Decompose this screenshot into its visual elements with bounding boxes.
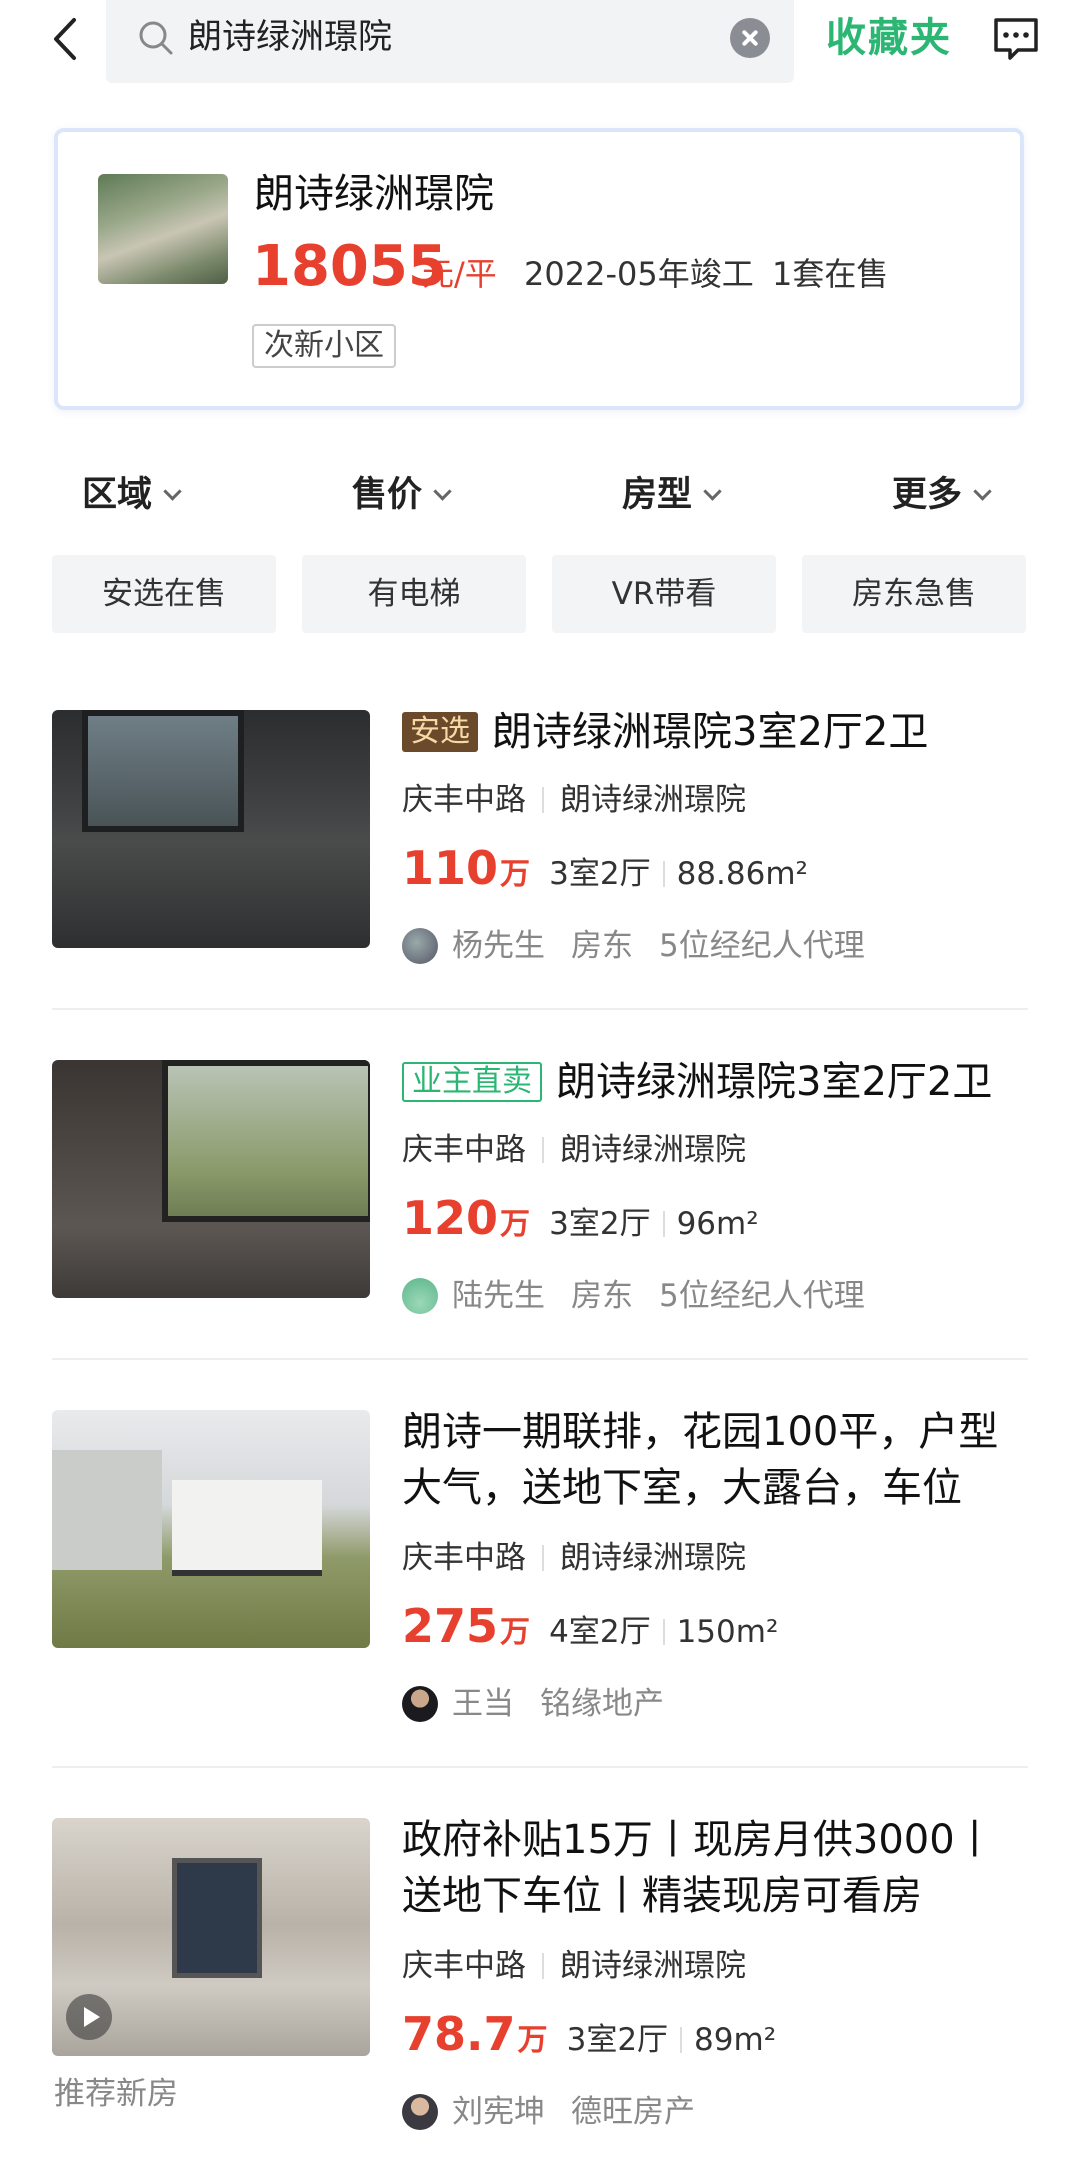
anxuan-badge: 安选 — [402, 712, 478, 752]
community-price: 18055 — [252, 234, 447, 299]
community-tag: 次新小区 — [252, 324, 396, 368]
chip-elevator[interactable]: 有电梯 — [302, 555, 526, 633]
avatar — [402, 2094, 438, 2130]
filter-more[interactable]: 更多 — [892, 470, 992, 520]
filter-price[interactable]: 售价 — [352, 470, 452, 520]
clear-search-icon[interactable] — [730, 18, 770, 58]
chevron-down-icon — [973, 482, 992, 501]
community-completed: 2022-05年竣工 — [524, 255, 754, 293]
chip-anxuan[interactable]: 安选在售 — [52, 555, 276, 633]
listing-price: 78.7万 — [402, 2007, 548, 2061]
listing-agent[interactable]: 王当 铭缘地产 — [452, 1682, 664, 1726]
community-name: 朗诗绿洲璟院 — [254, 171, 494, 217]
listing-title[interactable]: 业主直卖 朗诗绿洲璟院3室2厅2卫 — [402, 1054, 992, 1110]
listing-spec: 3室2厅 96m² — [549, 1206, 759, 1242]
listing-location: 庆丰中路 朗诗绿洲璟院 — [402, 782, 746, 818]
listing-photo[interactable] — [52, 1060, 370, 1298]
listing-photo[interactable] — [52, 1410, 370, 1648]
chip-urgent[interactable]: 房东急售 — [802, 555, 1026, 633]
listing-location: 庆丰中路 朗诗绿洲璟院 — [402, 1132, 746, 1168]
listing-photo[interactable] — [52, 710, 370, 948]
listing-spec: 3室2厅 88.86m² — [549, 856, 808, 892]
listing-location: 庆丰中路 朗诗绿洲璟院 — [402, 1540, 746, 1576]
divider — [52, 1766, 1028, 1768]
chevron-down-icon — [703, 482, 722, 501]
listing-spec: 4室2厅 150m² — [549, 1614, 779, 1650]
listing-photo[interactable] — [52, 1818, 370, 2056]
favorites-button[interactable]: 收藏夹 — [826, 10, 952, 66]
community-thumbnail — [98, 174, 228, 284]
divider — [52, 1358, 1028, 1360]
filter-layout[interactable]: 房型 — [622, 470, 722, 520]
chevron-down-icon — [433, 482, 452, 501]
listing-price: 110万 — [402, 841, 531, 895]
back-arrow-icon[interactable] — [42, 14, 92, 64]
chevron-down-icon — [163, 482, 182, 501]
play-video-icon[interactable] — [66, 1994, 112, 2040]
listing-price-row: 110万 3室2厅 88.86m² — [402, 838, 808, 905]
recommend-new-homes-label[interactable]: 推荐新房 — [54, 2072, 178, 2116]
listing-location: 庆丰中路 朗诗绿洲璟院 — [402, 1948, 746, 1984]
community-card[interactable]: 朗诗绿洲璟院 18055 元/平 2022-05年竣工 1套在售 次新小区 — [54, 128, 1024, 410]
listing-price-row: 275万 4室2厅 150m² — [402, 1596, 778, 1663]
listing-price-row: 120万 3室2厅 96m² — [402, 1188, 759, 1255]
listing-agent[interactable]: 刘宪坤 德旺房产 — [452, 2090, 695, 2134]
avatar — [402, 1686, 438, 1722]
listing-title[interactable]: 安选 朗诗绿洲璟院3室2厅2卫 — [402, 704, 928, 760]
listing-agent[interactable]: 陆先生 房东 5位经纪人代理 — [452, 1274, 865, 1318]
listing-title[interactable]: 政府补贴15万丨现房月供3000丨 送地下车位丨精装现房可看房 — [402, 1812, 995, 1924]
owner-direct-badge: 业主直卖 — [402, 1062, 542, 1102]
filter-region[interactable]: 区域 — [82, 470, 182, 520]
search-input[interactable]: 朗诗绿洲璟院 — [188, 12, 392, 62]
community-price-unit: 元/平 — [422, 255, 497, 293]
avatar — [402, 928, 438, 964]
chip-vr[interactable]: VR带看 — [552, 555, 776, 633]
message-icon[interactable] — [990, 12, 1042, 64]
search-icon — [139, 21, 173, 55]
listing-title[interactable]: 朗诗一期联排，花园100平，户型 大气，送地下室，大露台，车位 — [402, 1404, 998, 1516]
listing-price: 120万 — [402, 1191, 531, 1245]
avatar — [402, 1278, 438, 1314]
listing-agent[interactable]: 杨先生 房东 5位经纪人代理 — [452, 924, 865, 968]
listing-price-row: 78.7万 3室2厅 89m² — [402, 2004, 776, 2071]
divider — [52, 1008, 1028, 1010]
listing-price: 275万 — [402, 1599, 531, 1653]
listing-spec: 3室2厅 89m² — [566, 2022, 777, 2058]
search-bar[interactable]: 朗诗绿洲璟院 — [106, 0, 794, 83]
community-on-sale[interactable]: 1套在售 — [772, 252, 888, 296]
